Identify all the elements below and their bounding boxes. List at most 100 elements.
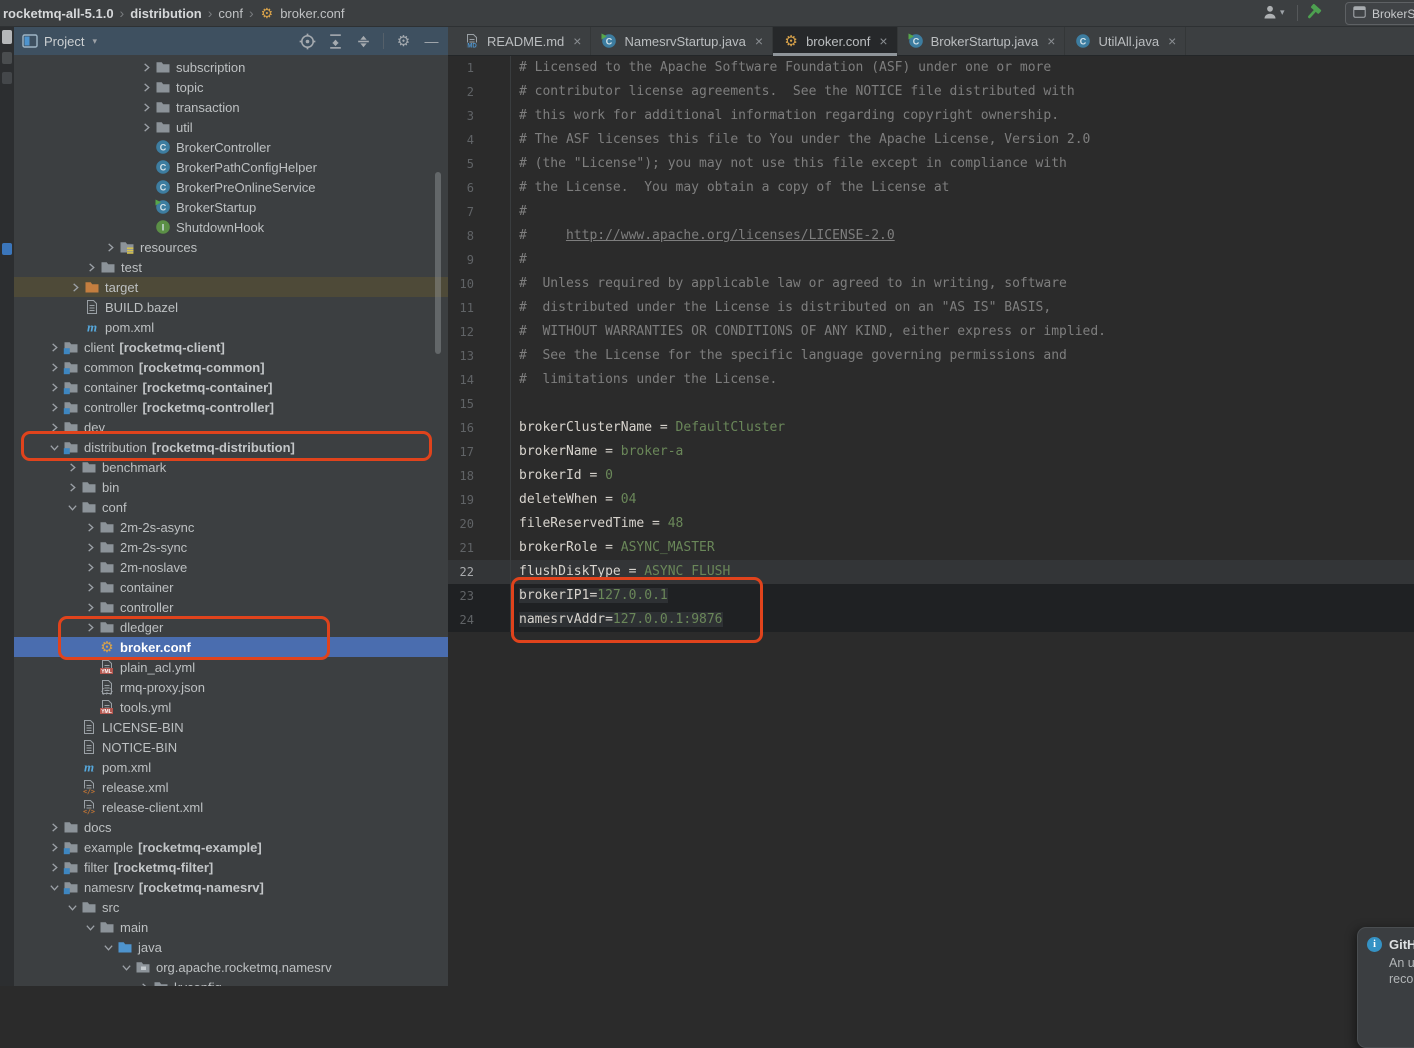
chevron-collapsed-icon[interactable]: [82, 579, 98, 595]
tab-namesrvstartup-java[interactable]: CNamesrvStartup.java×: [591, 27, 773, 55]
tree-item-transaction[interactable]: transaction: [14, 97, 448, 117]
tree-item-container[interactable]: container: [14, 577, 448, 597]
tree-item-controller[interactable]: controller: [14, 597, 448, 617]
chevron-collapsed-icon[interactable]: [82, 619, 98, 635]
chevron-collapsed-icon[interactable]: [82, 559, 98, 575]
chevron-collapsed-icon[interactable]: [138, 119, 154, 135]
tab-brokerstartup-java[interactable]: CBrokerStartup.java×: [898, 27, 1066, 55]
tab-broker-conf[interactable]: ⚙broker.conf×: [773, 27, 898, 55]
tree-item-dev[interactable]: dev: [14, 417, 448, 437]
chevron-collapsed-icon[interactable]: [136, 979, 152, 986]
close-icon[interactable]: ×: [573, 34, 581, 48]
chevron-collapsed-icon[interactable]: [83, 259, 99, 275]
chevron-collapsed-icon[interactable]: [102, 239, 118, 255]
breadcrumb-item-distribution[interactable]: distribution: [125, 6, 207, 21]
chevron-collapsed-icon[interactable]: [46, 819, 62, 835]
chevron-collapsed-icon[interactable]: [82, 519, 98, 535]
tree-item-target[interactable]: target: [14, 277, 448, 297]
collapse-all-icon[interactable]: [355, 33, 372, 50]
tree-item-benchmark[interactable]: benchmark: [14, 457, 448, 477]
tree-scrollbar[interactable]: [435, 172, 441, 354]
locate-icon[interactable]: [299, 33, 316, 50]
tab-readme-md[interactable]: MDREADME.md×: [454, 27, 591, 55]
chevron-collapsed-icon[interactable]: [82, 539, 98, 555]
tree-item-bin[interactable]: bin: [14, 477, 448, 497]
tree-item-license-bin[interactable]: LICENSE-BIN: [14, 717, 448, 737]
tree-item-namesrv[interactable]: namesrv[rocketmq-namesrv]: [14, 877, 448, 897]
chevron-collapsed-icon[interactable]: [82, 599, 98, 615]
stripe-icon[interactable]: [2, 243, 12, 255]
tree-item-conf[interactable]: conf: [14, 497, 448, 517]
breadcrumb-item-broker-conf[interactable]: broker.conf: [275, 6, 349, 21]
chevron-collapsed-icon[interactable]: [46, 339, 62, 355]
chevron-expanded-icon[interactable]: [46, 439, 62, 455]
close-icon[interactable]: ×: [1047, 34, 1055, 48]
hide-icon[interactable]: —: [423, 33, 440, 50]
chevron-collapsed-icon[interactable]: [46, 839, 62, 855]
chevron-collapsed-icon[interactable]: [138, 79, 154, 95]
code-editor[interactable]: 1# Licensed to the Apache Software Found…: [448, 56, 1414, 986]
tree-item-util[interactable]: util: [14, 117, 448, 137]
settings-icon[interactable]: ⚙: [395, 33, 412, 50]
tab-utilall-java[interactable]: CUtilAll.java×: [1065, 27, 1186, 55]
license-url-link[interactable]: http://www.apache.org/licenses/LICENSE-2…: [566, 228, 895, 243]
tree-item-notice-bin[interactable]: NOTICE-BIN: [14, 737, 448, 757]
tree-item-main[interactable]: main: [14, 917, 448, 937]
chevron-collapsed-icon[interactable]: [138, 59, 154, 75]
tree-item-rmq-proxy-json[interactable]: {;}rmq-proxy.json: [14, 677, 448, 697]
chevron-collapsed-icon[interactable]: [46, 359, 62, 375]
chevron-collapsed-icon[interactable]: [138, 99, 154, 115]
tree-item-tools-yml[interactable]: YMLtools.yml: [14, 697, 448, 717]
tree-item-docs[interactable]: docs: [14, 817, 448, 837]
tree-item-dledger[interactable]: dledger: [14, 617, 448, 637]
chevron-expanded-icon[interactable]: [46, 879, 62, 895]
stripe-icon[interactable]: [2, 52, 12, 64]
chevron-expanded-icon[interactable]: [118, 959, 134, 975]
tree-item-common[interactable]: common[rocketmq-common]: [14, 357, 448, 377]
tree-item-brokerstartup[interactable]: CBrokerStartup: [14, 197, 448, 217]
tree-item-shutdownhook[interactable]: IShutdownHook: [14, 217, 448, 237]
tree-item-client[interactable]: client[rocketmq-client]: [14, 337, 448, 357]
breadcrumb-item-conf[interactable]: conf: [213, 6, 248, 21]
tree-item-pom-xml[interactable]: mpom.xml: [14, 757, 448, 777]
user-profile-icon[interactable]: ▾: [1262, 4, 1285, 20]
tree-item-brokerpreonlineservice[interactable]: CBrokerPreOnlineService: [14, 177, 448, 197]
tree-item-pom-xml[interactable]: mpom.xml: [14, 317, 448, 337]
tree-item-test[interactable]: test: [14, 257, 448, 277]
chevron-collapsed-icon[interactable]: [64, 459, 80, 475]
tree-item-resources[interactable]: resources: [14, 237, 448, 257]
expand-all-icon[interactable]: [327, 33, 344, 50]
tree-item-distribution[interactable]: distribution[rocketmq-distribution]: [14, 437, 448, 457]
close-icon[interactable]: ×: [1168, 34, 1176, 48]
tree-item-2m-noslave[interactable]: 2m-noslave: [14, 557, 448, 577]
chevron-expanded-icon[interactable]: [64, 499, 80, 515]
tree-item-controller[interactable]: controller[rocketmq-controller]: [14, 397, 448, 417]
chevron-collapsed-icon[interactable]: [46, 379, 62, 395]
tree-item-filter[interactable]: filter[rocketmq-filter]: [14, 857, 448, 877]
chevron-collapsed-icon[interactable]: [46, 859, 62, 875]
close-icon[interactable]: ×: [755, 34, 763, 48]
tree-item-org-apache-rocketmq-namesrv[interactable]: org.apache.rocketmq.namesrv: [14, 957, 448, 977]
tree-item-2m-2s-async[interactable]: 2m-2s-async: [14, 517, 448, 537]
stripe-icon[interactable]: [2, 30, 12, 44]
chevron-down-icon[interactable]: ▾: [92, 36, 97, 47]
chevron-expanded-icon[interactable]: [82, 919, 98, 935]
tree-item-topic[interactable]: topic: [14, 77, 448, 97]
build-hammer-icon[interactable]: [1304, 3, 1323, 27]
tree-item-broker-conf[interactable]: ⚙broker.conf: [14, 637, 448, 657]
chevron-expanded-icon[interactable]: [64, 899, 80, 915]
run-configuration-selector[interactable]: BrokerSta: [1345, 2, 1414, 25]
tree-item-brokercontroller[interactable]: CBrokerController: [14, 137, 448, 157]
close-icon[interactable]: ×: [879, 34, 887, 48]
chevron-collapsed-icon[interactable]: [67, 279, 83, 295]
tree-item-kvconfig[interactable]: kvconfig: [14, 977, 448, 986]
tree-item-plain-acl-yml[interactable]: YMLplain_acl.yml: [14, 657, 448, 677]
tree-item-java[interactable]: java: [14, 937, 448, 957]
tree-item-release-client-xml[interactable]: </>release-client.xml: [14, 797, 448, 817]
tree-item-release-xml[interactable]: </>release.xml: [14, 777, 448, 797]
github-notification-popup[interactable]: i GitH An u reco: [1357, 927, 1414, 1048]
tree-item-build-bazel[interactable]: BUILD.bazel: [14, 297, 448, 317]
tree-item-container[interactable]: container[rocketmq-container]: [14, 377, 448, 397]
tree-item-brokerpathconfighelper[interactable]: CBrokerPathConfigHelper: [14, 157, 448, 177]
tree-item-2m-2s-sync[interactable]: 2m-2s-sync: [14, 537, 448, 557]
